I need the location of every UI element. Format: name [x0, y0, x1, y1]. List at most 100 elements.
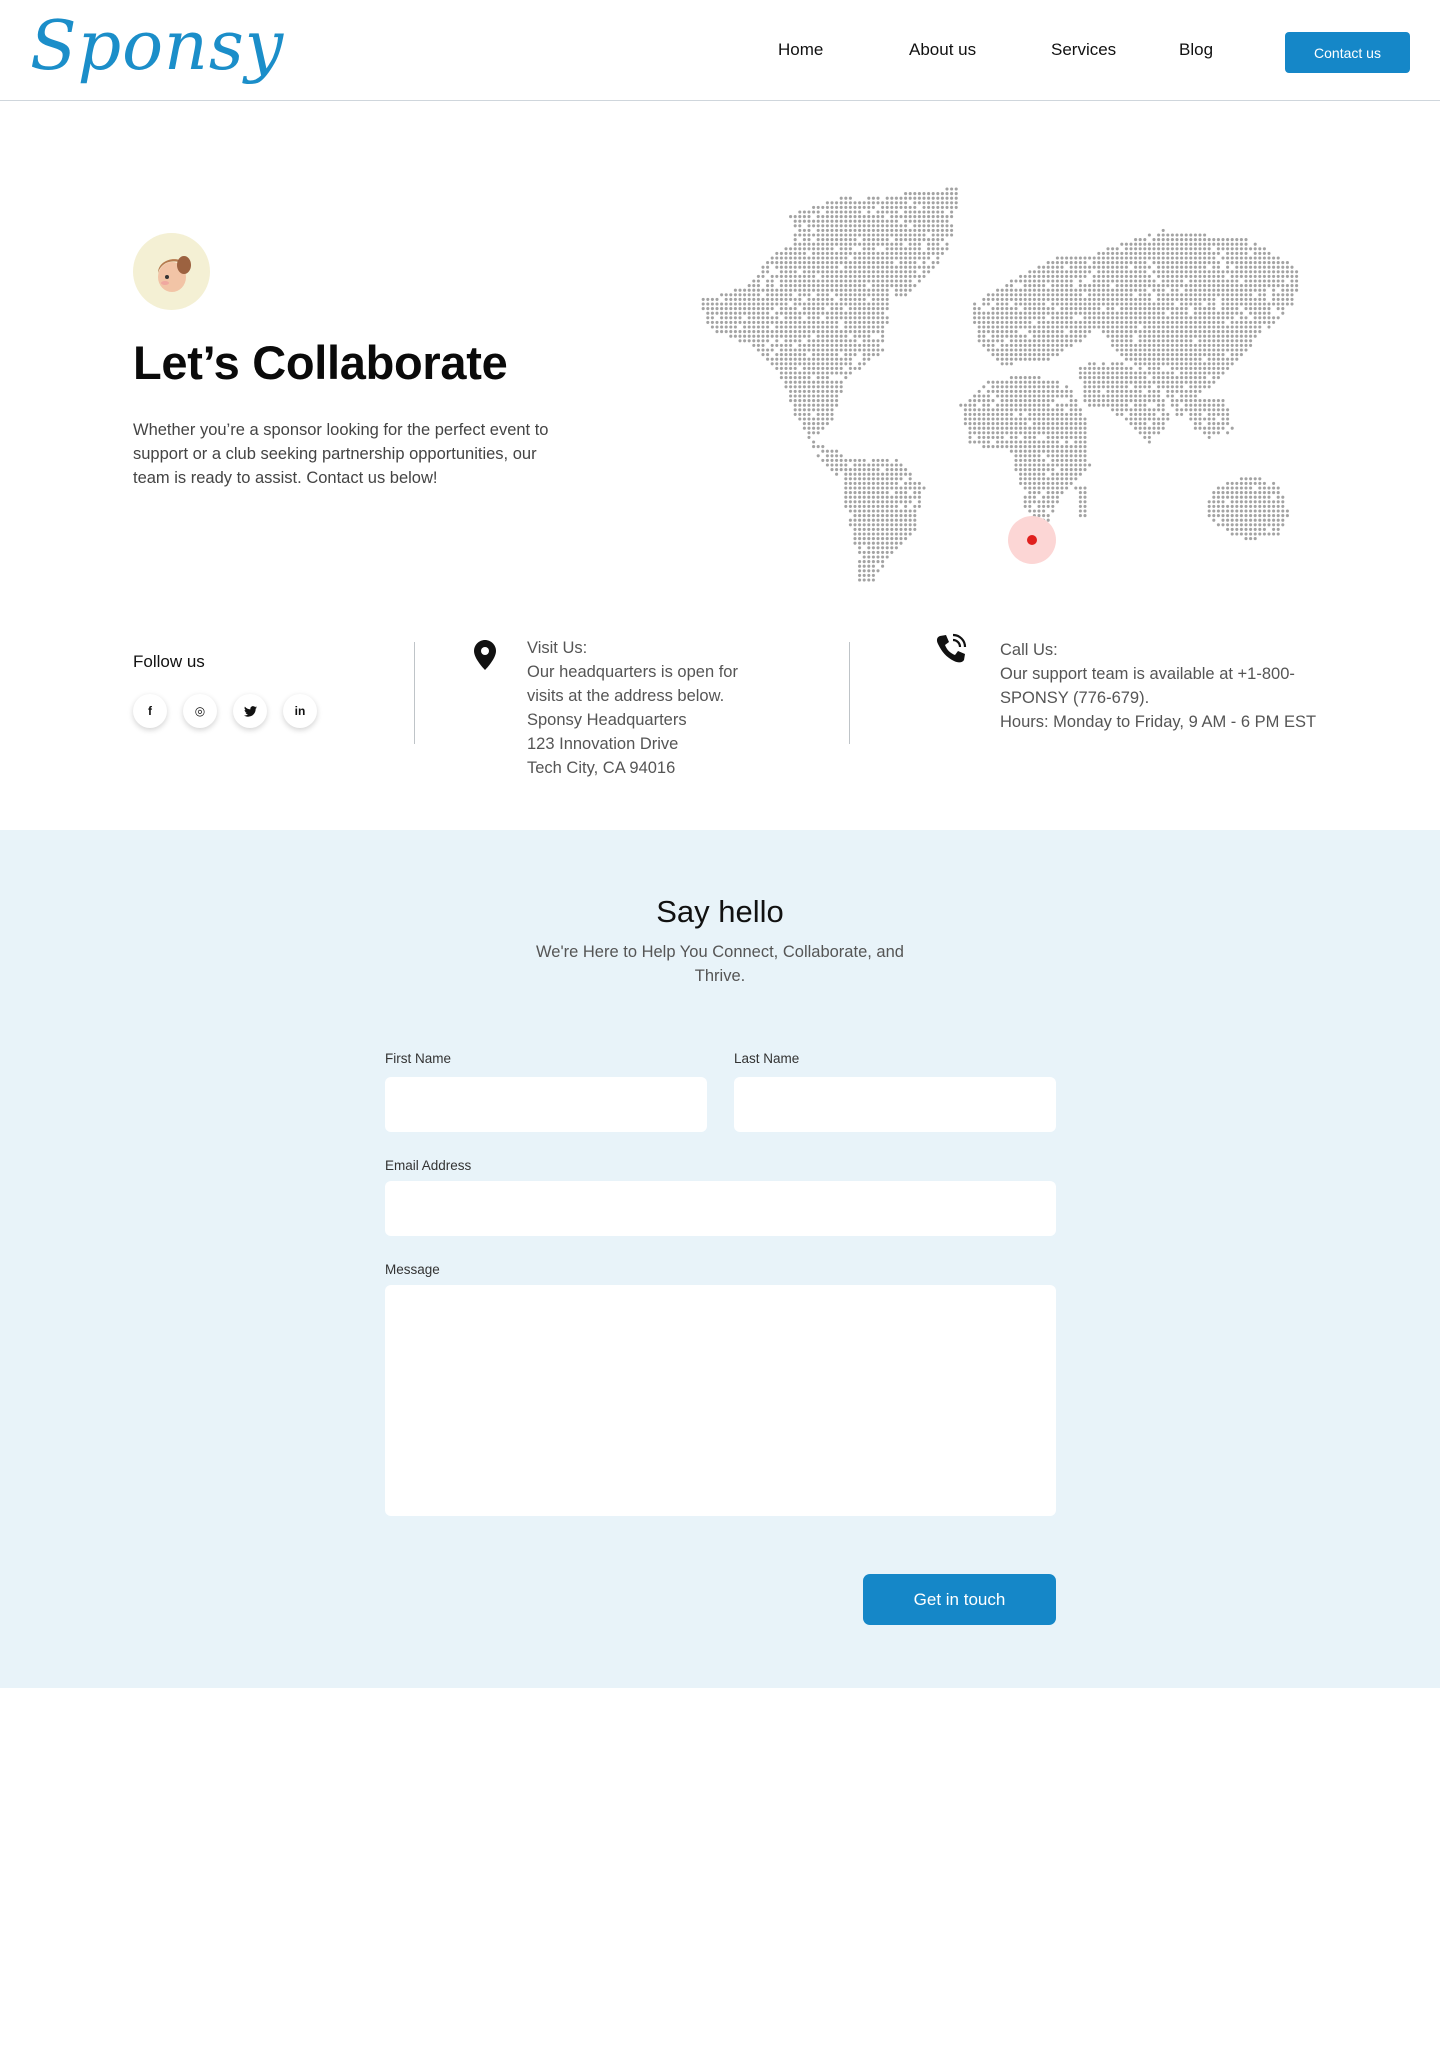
- map-dot: [1055, 334, 1059, 338]
- map-dot: [775, 251, 779, 255]
- map-dot: [890, 215, 894, 219]
- map-dot: [1189, 412, 1193, 416]
- map-dot: [1115, 371, 1119, 375]
- map-dot: [844, 233, 848, 237]
- map-dot: [1088, 265, 1092, 269]
- map-dot: [775, 293, 779, 297]
- map-dot: [1161, 343, 1165, 347]
- map-dot: [936, 256, 940, 260]
- map-dot: [1143, 348, 1147, 352]
- map-dot: [839, 270, 843, 274]
- contact-us-button[interactable]: Contact us: [1285, 32, 1410, 73]
- map-dot: [1184, 376, 1188, 380]
- map-dot: [1207, 238, 1211, 242]
- facebook-icon[interactable]: f: [133, 694, 167, 728]
- map-dot: [816, 210, 820, 214]
- map-dot: [1046, 307, 1050, 311]
- sponsy-logo[interactable]: Sponsy: [30, 2, 284, 92]
- map-dot: [871, 279, 875, 283]
- map-dot: [876, 555, 880, 559]
- map-dot: [876, 196, 880, 200]
- map-dot: [867, 573, 871, 577]
- map-dot: [931, 219, 935, 223]
- map-dot: [844, 293, 848, 297]
- map-dot: [1138, 288, 1142, 292]
- map-dot: [1101, 362, 1105, 366]
- message-textarea[interactable]: [385, 1285, 1056, 1516]
- map-dot: [1042, 270, 1046, 274]
- map-dot: [885, 205, 889, 209]
- map-dot: [1078, 261, 1082, 265]
- map-dot: [1065, 256, 1069, 260]
- map-dot: [1203, 330, 1207, 334]
- map-dot: [835, 242, 839, 246]
- map-dot: [816, 403, 820, 407]
- map-dot: [867, 477, 871, 481]
- map-dot: [876, 546, 880, 550]
- map-dot: [835, 261, 839, 265]
- map-dot: [1166, 412, 1170, 416]
- nav-services[interactable]: Services: [1051, 40, 1116, 60]
- map-dot: [1230, 500, 1234, 504]
- map-dot: [1014, 445, 1018, 449]
- map-dot: [871, 486, 875, 490]
- get-in-touch-button[interactable]: Get in touch: [863, 1574, 1056, 1625]
- map-dot: [839, 343, 843, 347]
- map-dot: [1023, 417, 1027, 421]
- map-dot: [1032, 463, 1036, 467]
- map-dot: [835, 362, 839, 366]
- map-dot: [1134, 256, 1138, 260]
- map-dot: [844, 362, 848, 366]
- map-dot: [1295, 279, 1299, 283]
- map-dot: [835, 454, 839, 458]
- last-name-input[interactable]: [734, 1077, 1056, 1132]
- map-dot: [779, 320, 783, 324]
- map-dot: [1111, 385, 1115, 389]
- nav-home[interactable]: Home: [778, 40, 823, 60]
- map-dot: [954, 187, 958, 191]
- map-dot: [1175, 408, 1179, 412]
- email-input[interactable]: [385, 1181, 1056, 1236]
- map-dot: [766, 330, 770, 334]
- map-dot: [1203, 417, 1207, 421]
- map-dot: [894, 228, 898, 232]
- map-dot: [1078, 270, 1082, 274]
- map-dot: [1129, 348, 1133, 352]
- map-dot: [1037, 486, 1041, 490]
- twitter-icon[interactable]: [233, 694, 267, 728]
- map-dot: [1000, 389, 1004, 393]
- map-dot: [825, 408, 829, 412]
- map-dot: [940, 228, 944, 232]
- map-dot: [1193, 399, 1197, 403]
- map-dot: [1032, 435, 1036, 439]
- linkedin-icon[interactable]: in: [283, 694, 317, 728]
- map-dot: [1051, 458, 1055, 462]
- map-dot: [1166, 284, 1170, 288]
- map-dot: [779, 357, 783, 361]
- map-dot: [1180, 366, 1184, 370]
- map-dot: [1175, 348, 1179, 352]
- map-dot: [1000, 297, 1004, 301]
- map-dot: [1184, 238, 1188, 242]
- map-dot: [807, 339, 811, 343]
- map-dot: [1152, 307, 1156, 311]
- map-dot: [858, 265, 862, 269]
- first-name-input[interactable]: [385, 1077, 707, 1132]
- map-dot: [1230, 357, 1234, 361]
- map-dot: [950, 192, 954, 196]
- map-dot: [991, 408, 995, 412]
- instagram-icon[interactable]: ◎: [183, 694, 217, 728]
- map-dot: [1226, 514, 1230, 518]
- map-dot: [986, 320, 990, 324]
- map-dot: [1267, 316, 1271, 320]
- map-dot: [858, 546, 862, 550]
- map-dot: [1019, 297, 1023, 301]
- map-dot: [858, 573, 862, 577]
- map-dot: [1166, 394, 1170, 398]
- nav-blog[interactable]: Blog: [1179, 40, 1213, 60]
- map-dot: [913, 504, 917, 508]
- map-dot: [1055, 422, 1059, 426]
- map-dot: [1262, 481, 1266, 485]
- nav-about-us[interactable]: About us: [909, 40, 976, 60]
- map-dot: [1285, 288, 1289, 292]
